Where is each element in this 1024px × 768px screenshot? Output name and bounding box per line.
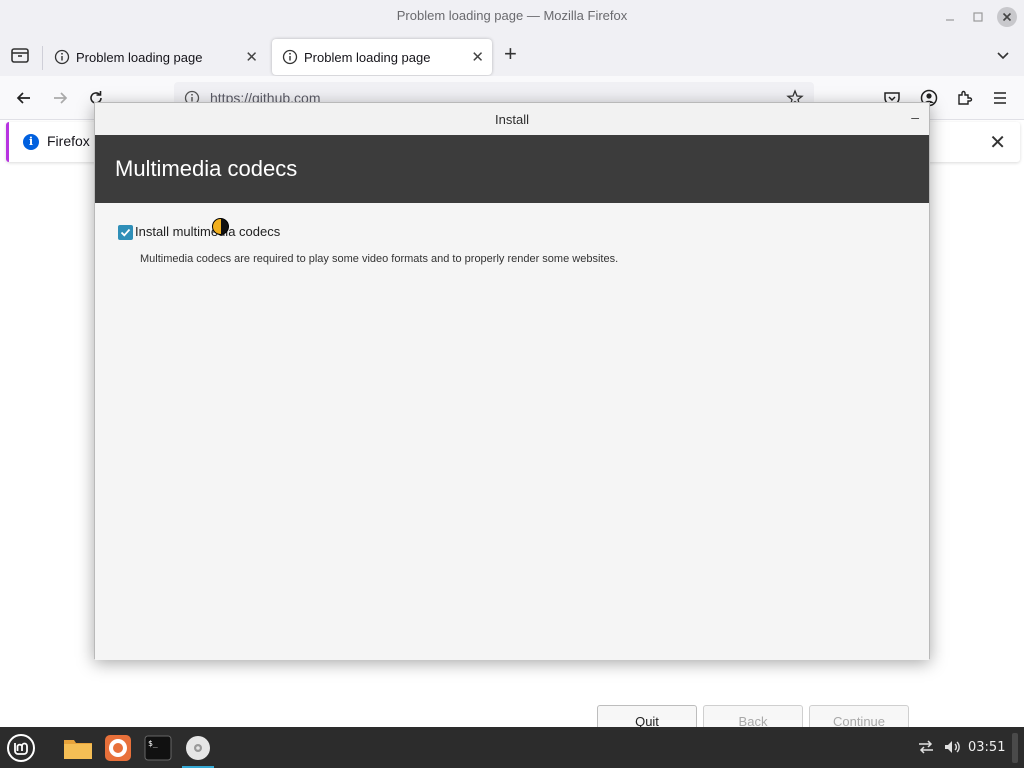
start-menu-button[interactable]	[6, 733, 36, 763]
install-codecs-label[interactable]: Install multimedia codecs	[135, 224, 280, 239]
info-icon	[54, 49, 70, 65]
close-icon	[1002, 12, 1012, 22]
install-dialog: Install – Multimedia codecs Install mult…	[94, 102, 930, 738]
network-icon[interactable]	[916, 737, 936, 757]
tab-problem-loading-1[interactable]: Problem loading page ✕	[44, 39, 266, 75]
info-icon	[282, 49, 298, 65]
extensions-icon[interactable]	[955, 88, 975, 108]
codecs-description: Multimedia codecs are required to play s…	[140, 253, 619, 265]
tab-overview-button[interactable]	[8, 43, 32, 67]
show-desktop-button[interactable]	[1012, 733, 1018, 763]
forward-arrow-icon[interactable]	[50, 88, 70, 108]
page-title: Multimedia codecs	[115, 156, 298, 181]
tab-problem-loading-2[interactable]: Problem loading page ✕	[272, 39, 492, 75]
hamburger-menu-icon[interactable]	[990, 88, 1010, 108]
dialog-title: Install	[495, 112, 529, 127]
window-minimize-button[interactable]	[940, 7, 960, 27]
firefox-titlebar: Problem loading page — Mozilla Firefox	[0, 0, 1024, 34]
info-icon: i	[23, 134, 39, 150]
minimize-icon	[946, 19, 954, 21]
installer-disc-icon	[186, 736, 210, 760]
mouse-cursor-icon	[212, 218, 229, 235]
install-codecs-checkbox[interactable]	[118, 225, 133, 240]
firefox-app-button[interactable]	[100, 731, 136, 765]
folder-icon	[64, 740, 92, 759]
window-maximize-button[interactable]	[968, 7, 988, 27]
mint-logo-icon	[7, 734, 35, 762]
tab-separator	[42, 46, 43, 70]
firefox-icon	[105, 735, 131, 761]
back-arrow-icon[interactable]	[14, 88, 34, 108]
tab-overview-icon	[11, 48, 29, 63]
files-app-button[interactable]	[60, 731, 96, 765]
window-title: Problem loading page — Mozilla Firefox	[396, 8, 628, 23]
list-all-tabs-button[interactable]	[994, 46, 1012, 64]
notification-close-icon[interactable]: ✕	[989, 130, 1006, 155]
new-tab-button[interactable]: +	[504, 43, 517, 65]
taskbar: $_ 03:51	[0, 727, 1024, 768]
terminal-app-button[interactable]: $_	[140, 731, 176, 765]
tab-strip: Problem loading page ✕ Problem loading p…	[0, 34, 1024, 76]
volume-icon[interactable]	[942, 737, 962, 757]
svg-text:$_: $_	[148, 739, 158, 748]
dialog-titlebar[interactable]: Install –	[95, 103, 929, 135]
dialog-body: Install multimedia codecs Multimedia cod…	[95, 203, 929, 738]
dialog-header: Multimedia codecs	[95, 135, 929, 203]
installer-app-button[interactable]	[180, 731, 216, 768]
tab-close-icon[interactable]: ✕	[245, 48, 258, 66]
tab-label: Problem loading page	[304, 49, 431, 65]
checkmark-icon	[120, 228, 131, 237]
tab-label: Problem loading page	[76, 49, 203, 65]
maximize-icon	[973, 12, 983, 22]
window-close-button[interactable]	[997, 7, 1017, 27]
tab-close-icon[interactable]: ✕	[471, 48, 484, 66]
terminal-icon: $_	[144, 735, 172, 761]
clock[interactable]: 03:51	[968, 740, 1005, 755]
dialog-minimize-button[interactable]: –	[911, 109, 919, 125]
chevron-down-icon	[997, 52, 1009, 60]
